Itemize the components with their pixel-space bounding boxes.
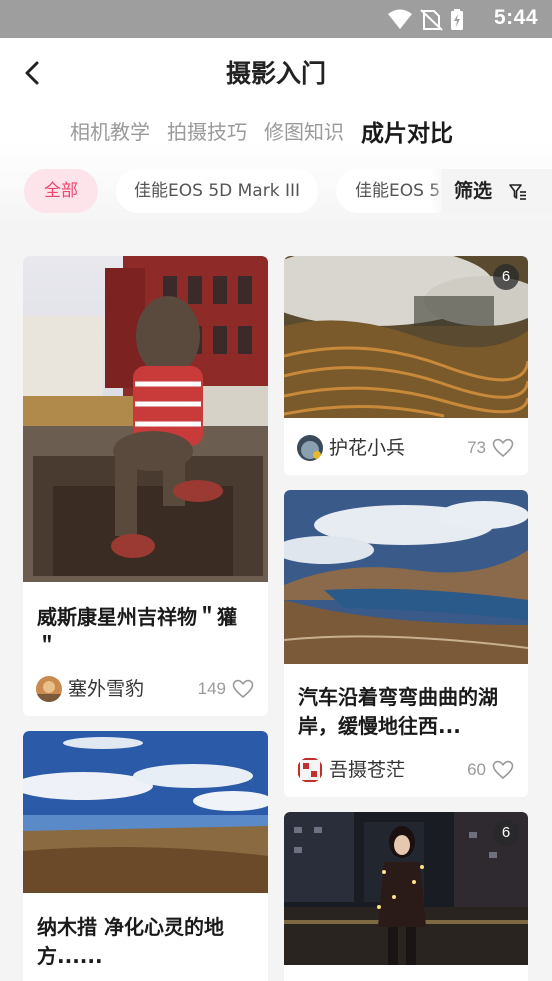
author-row: 吾摄苍茫 60: [297, 756, 514, 784]
like-count: 149: [197, 679, 226, 698]
tab-camera-teaching[interactable]: 相机教学: [70, 116, 150, 150]
post-card[interactable]: 6: [284, 812, 528, 981]
image-count-badge: 6: [493, 820, 519, 846]
chip-all[interactable]: 全部: [24, 169, 98, 213]
avatar[interactable]: [297, 757, 323, 783]
no-sim-icon: [420, 9, 443, 31]
status-bar: 5:44: [0, 0, 552, 38]
tab-shooting-tips[interactable]: 拍摄技巧: [167, 116, 247, 150]
avatar[interactable]: [297, 435, 323, 461]
tab-editing-knowledge[interactable]: 修图知识: [264, 116, 344, 150]
like-count: 60: [467, 760, 486, 779]
filter-button[interactable]: 筛选: [442, 169, 552, 213]
post-image: [284, 490, 528, 664]
post-title: 纳木措 净化心灵的地方......: [37, 915, 224, 968]
author-name[interactable]: 吾摄苍茫: [329, 757, 405, 783]
tab-result-comparison[interactable]: 成片对比: [361, 114, 453, 148]
author-row: 护花小兵 73: [297, 434, 514, 462]
author-name[interactable]: 护花小兵: [329, 435, 405, 461]
chip-canon-5d-mark-iii[interactable]: 佳能EOS 5D Mark III: [116, 169, 318, 213]
like-count: 73: [467, 438, 486, 457]
status-icons: [386, 8, 466, 31]
image-count-badge: 6: [493, 264, 519, 290]
heart-icon[interactable]: [232, 679, 254, 699]
heart-icon[interactable]: [492, 760, 514, 780]
author-row: 塞外雪豹 149: [36, 675, 254, 703]
author-name[interactable]: 塞外雪豹: [68, 676, 144, 702]
page-title: 摄影入门: [225, 59, 326, 88]
post-title: 威斯康星州吉祥物＂獾＂: [37, 605, 237, 658]
filter-icon: [509, 184, 526, 200]
post-card[interactable]: 汽车沿着弯弯曲曲的湖岸，缓慢地往西... 吾摄苍茫 60: [284, 490, 528, 797]
tab-bar: 相机教学 拍摄技巧 修图知识 成片对比: [70, 116, 453, 150]
post-image: [23, 731, 268, 893]
post-card[interactable]: 6 护花小兵 73: [284, 256, 528, 475]
post-card[interactable]: 威斯康星州吉祥物＂獾＂ 塞外雪豹 149: [23, 256, 268, 716]
post-image: 6: [284, 256, 528, 418]
filter-label: 筛选: [454, 180, 493, 202]
post-card[interactable]: 纳木措 净化心灵的地方......: [23, 731, 268, 981]
heart-icon[interactable]: [492, 438, 514, 458]
post-title: 汽车沿着弯弯曲曲的湖岸，缓慢地往西...: [298, 685, 498, 738]
battery-charging-icon: [451, 9, 463, 30]
header: 摄影入门 相机教学 拍摄技巧 修图知识 成片对比 全部 佳能EOS 5D Mar…: [0, 38, 552, 230]
filter-chips: 全部 佳能EOS 5D Mark III 佳能EOS 5 筛选: [0, 169, 552, 215]
status-time: 5:44: [493, 6, 538, 29]
avatar[interactable]: [36, 676, 62, 702]
wifi-icon: [388, 9, 412, 29]
post-image: [23, 256, 268, 582]
post-image: 6: [284, 812, 528, 965]
